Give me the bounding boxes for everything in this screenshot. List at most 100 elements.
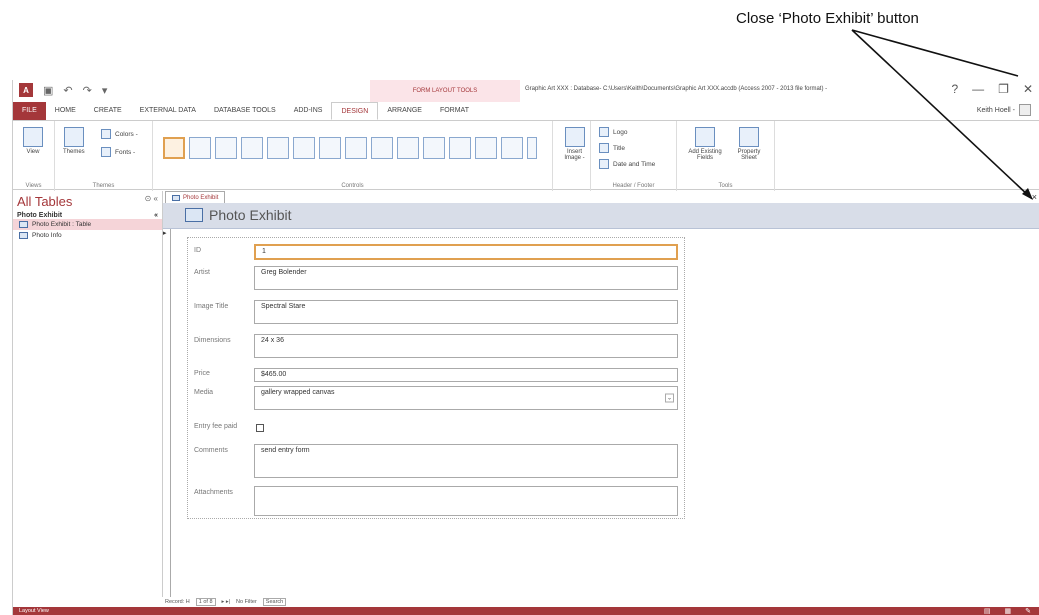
title-button[interactable]: Title (599, 143, 625, 153)
hyperlink-control-icon[interactable] (293, 137, 315, 159)
logo-button[interactable]: Logo (599, 127, 627, 137)
attachments-field[interactable] (254, 486, 678, 516)
nav-header[interactable]: All Tables ⊙ « (13, 191, 162, 212)
web-browser-control-icon[interactable] (319, 137, 341, 159)
logo-icon (599, 127, 609, 137)
tab-create[interactable]: CREATE (85, 102, 131, 120)
form-title: Photo Exhibit (209, 207, 292, 223)
customize-icon[interactable]: ▾ (102, 84, 108, 97)
label-control-icon[interactable] (215, 137, 237, 159)
context-tab-title: FORM LAYOUT TOOLS (370, 80, 520, 102)
more-controls-icon[interactable] (527, 137, 537, 159)
help-button[interactable]: ? (951, 82, 958, 96)
record-label: Record: H (165, 598, 190, 605)
quick-access-toolbar: A ▣ ↶ ↷ ▾ (19, 83, 107, 97)
field-row-image-title: Image Title Spectral Stare (188, 300, 684, 324)
themes-button[interactable]: Themes (63, 127, 85, 155)
nav-item-photo-info[interactable]: Photo Info (13, 230, 162, 241)
tab-arrange[interactable]: ARRANGE (378, 102, 431, 120)
design-view-icon[interactable]: ✎ (1025, 607, 1031, 615)
navigation-pane: All Tables ⊙ « Photo Exhibit « Photo Exh… (13, 191, 163, 597)
ribbon: View Views Themes Colors - Fonts - Theme… (13, 120, 1039, 191)
select-control-icon[interactable] (163, 137, 185, 159)
document-title: Graphic Art XXX : Database- C:\Users\Kei… (525, 86, 828, 92)
option-group-control-icon[interactable] (371, 137, 393, 159)
price-field[interactable]: $465.00 (254, 368, 678, 382)
title-icon (599, 143, 609, 153)
id-field[interactable]: 1 (254, 244, 678, 260)
status-text: Layout View (19, 608, 49, 614)
themes-group: Themes Colors - Fonts - Themes (55, 121, 153, 191)
chevron-up-icon[interactable]: « (154, 212, 158, 219)
undo-icon[interactable]: ↶ (63, 84, 72, 97)
comments-field[interactable]: send entry form (254, 444, 678, 478)
table-icon (19, 232, 28, 239)
record-selector[interactable]: ▸ (163, 229, 171, 597)
field-row-entry-fee: Entry fee paid (188, 422, 684, 434)
attachment-control-icon[interactable] (449, 137, 471, 159)
checkbox-control-icon[interactable] (423, 137, 445, 159)
image-title-field[interactable]: Spectral Stare (254, 300, 678, 324)
media-combo[interactable]: gallery wrapped canvas ⌄ (254, 386, 678, 410)
tab-database-tools[interactable]: DATABASE TOOLS (205, 102, 285, 120)
page-break-control-icon[interactable] (397, 137, 419, 159)
chevron-down-icon[interactable]: ⌄ (665, 393, 674, 403)
tab-format[interactable]: FORMAT (431, 102, 478, 120)
view-button[interactable]: View (23, 127, 43, 155)
colors-button[interactable]: Colors - (101, 129, 138, 139)
tab-design[interactable]: DESIGN (331, 102, 379, 120)
view-icon (23, 127, 43, 147)
document-tab[interactable]: Photo Exhibit (165, 191, 226, 203)
user-account[interactable]: Keith Hoell - (977, 104, 1031, 116)
field-row-price: Price $465.00 (188, 368, 684, 382)
close-app-button[interactable]: ✕ (1023, 82, 1033, 96)
fonts-button[interactable]: Fonts - (101, 147, 135, 157)
access-window: A ▣ ↶ ↷ ▾ FORM LAYOUT TOOLS Graphic Art … (12, 80, 1039, 615)
navigation-control-icon[interactable] (345, 137, 367, 159)
artist-field[interactable]: Greg Bolender (254, 266, 678, 290)
redo-icon[interactable]: ↷ (83, 84, 92, 97)
header-footer-group: Logo Title Date and Time Header / Footer (591, 121, 677, 191)
save-icon[interactable]: ▣ (43, 84, 53, 97)
tab-file[interactable]: FILE (13, 102, 46, 120)
property-sheet-button[interactable]: Property Sheet (729, 127, 769, 161)
nav-title: All Tables (17, 194, 73, 209)
add-existing-fields-button[interactable]: Add Existing Fields (683, 127, 727, 161)
user-name: Keith Hoell - (976, 106, 1015, 114)
tab-control-icon[interactable] (267, 137, 289, 159)
form-view-icon[interactable]: ▤ (984, 607, 991, 615)
tab-home[interactable]: HOME (46, 102, 85, 120)
tab-add-ins[interactable]: ADD-INS (285, 102, 332, 120)
nav-item-photo-exhibit-table[interactable]: Photo Exhibit : Table (13, 219, 162, 230)
nav-group-header[interactable]: Photo Exhibit « (13, 212, 162, 219)
callout-area: Close ‘Photo Exhibit’ button (0, 0, 1039, 78)
field-row-id: ID 1 (188, 244, 684, 260)
search-input[interactable]: Search (262, 597, 287, 606)
colors-icon (101, 129, 111, 139)
control-layout: ID 1 Artist Greg Bolender Image Title Sp… (187, 237, 685, 519)
field-row-media: Media gallery wrapped canvas ⌄ (188, 386, 684, 410)
button-control-icon[interactable] (241, 137, 263, 159)
date-time-button[interactable]: Date and Time (599, 159, 655, 169)
image-control-icon[interactable] (501, 137, 523, 159)
insert-image-icon (564, 127, 585, 147)
list-control-icon[interactable] (475, 137, 497, 159)
form-tab-icon (172, 194, 180, 201)
ribbon-tabs: FILE HOME CREATE EXTERNAL DATA DATABASE … (13, 102, 1039, 120)
restore-button[interactable]: ❐ (998, 82, 1009, 96)
layout-view-icon[interactable]: ▦ (1005, 607, 1012, 615)
nav-collapse-icon[interactable]: ⊙ « (145, 194, 158, 209)
close-photo-exhibit-button[interactable]: × (1032, 192, 1037, 202)
textbox-control-icon[interactable] (189, 137, 211, 159)
next-record-button[interactable]: ▸ ▸| (222, 599, 230, 605)
fonts-icon (101, 147, 111, 157)
date-time-icon (599, 159, 609, 169)
insert-image-button[interactable]: Insert Image - (559, 127, 590, 161)
dimensions-field[interactable]: 24 x 36 (254, 334, 678, 358)
minimize-button[interactable]: — (972, 82, 984, 96)
entry-fee-checkbox[interactable] (256, 424, 264, 432)
title-bar: A ▣ ↶ ↷ ▾ FORM LAYOUT TOOLS Graphic Art … (13, 80, 1039, 102)
record-position-input[interactable]: 1 of 8 (195, 597, 216, 606)
no-filter-button[interactable]: No Filter (236, 599, 257, 605)
tab-external-data[interactable]: EXTERNAL DATA (131, 102, 205, 120)
